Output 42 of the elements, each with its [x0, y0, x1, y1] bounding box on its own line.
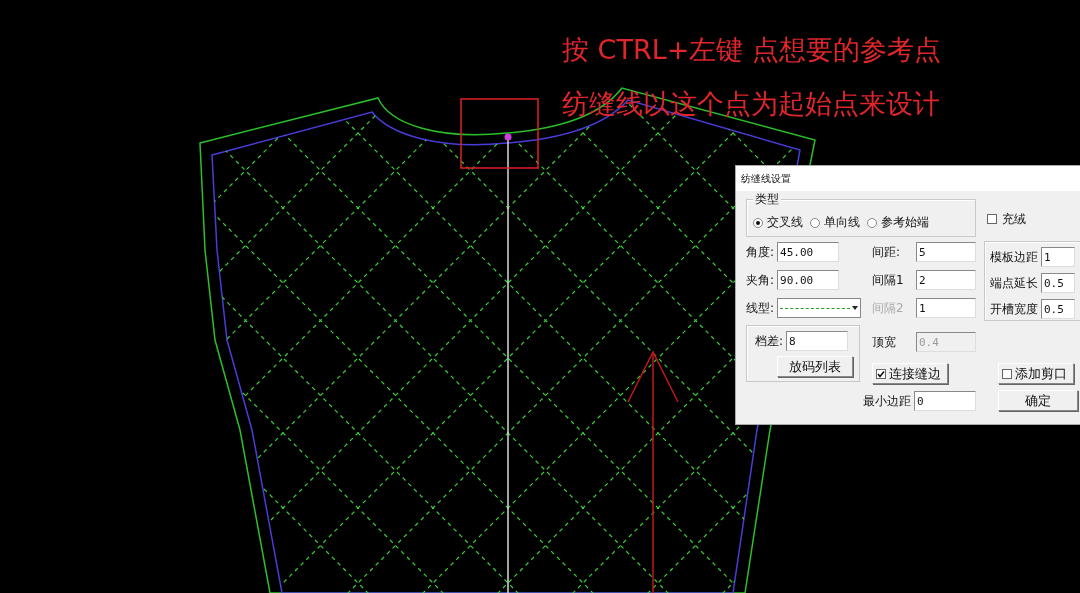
line-type-dropdown[interactable]: [777, 298, 862, 318]
field-label: 端点延长: [990, 274, 1038, 292]
input-field[interactable]: 0: [914, 391, 976, 411]
radio-label: 单向线: [824, 214, 860, 231]
field-label: 开槽宽度: [990, 300, 1038, 318]
input-field[interactable]: 0.5: [1041, 299, 1075, 319]
input-field[interactable]: 1: [916, 298, 976, 318]
checkbox-label: 充绒: [1002, 210, 1026, 228]
radio-label: 参考始端: [881, 214, 929, 231]
reference-point: [504, 133, 512, 141]
radio-button[interactable]: [810, 217, 820, 228]
checkbox[interactable]: [987, 214, 997, 224]
field-label: 顶宽: [872, 333, 896, 351]
input-field[interactable]: 1: [1041, 247, 1075, 267]
checkbox-icon[interactable]: [1002, 368, 1012, 379]
radio-label: 交叉线: [767, 214, 803, 231]
radio-button[interactable]: [867, 217, 877, 228]
connect-seam-toggle[interactable]: 连接缝边: [872, 363, 948, 384]
ok-button[interactable]: 确定: [998, 390, 1078, 411]
grade-list-button[interactable]: 放码列表: [777, 356, 853, 377]
field-label: 夹角:: [746, 271, 775, 289]
input-field[interactable]: 90.00: [777, 270, 840, 290]
dialog-title: 纺缝线设置: [736, 166, 1080, 191]
field-label: 线型:: [746, 299, 775, 317]
add-notch-toggle[interactable]: 添加剪口: [998, 363, 1074, 384]
radio-button[interactable]: [753, 217, 763, 228]
input-field[interactable]: 2: [916, 270, 976, 290]
input-field[interactable]: 5: [916, 242, 976, 262]
field-label: 间隔2: [872, 299, 904, 317]
field-label: 模板边距: [990, 248, 1038, 266]
input-field[interactable]: 0.5: [1041, 273, 1075, 293]
field-label: 档差:: [755, 332, 784, 350]
field-label: 角度:: [746, 243, 775, 261]
dropdown-arrow-icon: [852, 306, 859, 310]
group-label: 类型: [753, 192, 781, 206]
field-label: 间隔1: [872, 271, 904, 289]
instruction-text: 按 CTRL+左键 点想要的参考点: [562, 33, 941, 67]
field-label: 最小边距: [863, 392, 911, 410]
checkbox-icon[interactable]: [876, 368, 886, 379]
input-field[interactable]: 45.00: [777, 242, 840, 262]
input-field[interactable]: 8: [786, 331, 849, 351]
field-label: 间距:: [872, 243, 901, 261]
